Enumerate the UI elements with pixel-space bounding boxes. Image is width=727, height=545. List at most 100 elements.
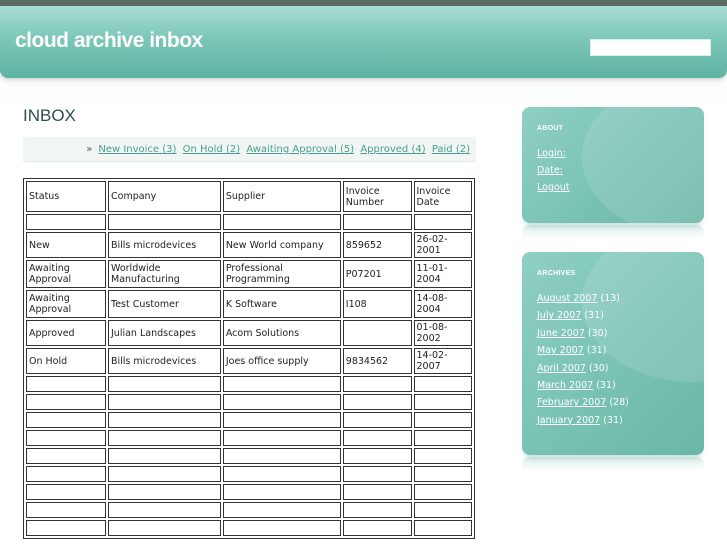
cell-company: Julian Landscapes — [108, 320, 221, 346]
cell-supplier — [222, 448, 341, 464]
cell-company — [108, 430, 221, 446]
cell-invoice-date: 14-02-2007 — [413, 348, 472, 374]
table-header-row: Status Company Supplier Invoice Number I… — [26, 181, 472, 212]
invoice-table: Status Company Supplier Invoice Number I… — [23, 178, 475, 539]
cell-invoice-date — [413, 430, 472, 446]
cell-company — [108, 466, 221, 482]
archive-link[interactable]: March 2007 — [537, 380, 593, 391]
search-input[interactable] — [590, 39, 711, 56]
cell-company: Bills microdevices — [108, 348, 221, 374]
site-title[interactable]: cloud archive inbox — [15, 29, 203, 53]
cell-status — [26, 430, 106, 446]
cell-supplier — [222, 412, 341, 428]
cell-status — [26, 412, 106, 428]
archive-count: (28) — [609, 397, 629, 409]
cell-status: On Hold — [26, 348, 106, 374]
cell-supplier — [222, 376, 341, 392]
cell-supplier: Acom Solutions — [222, 320, 341, 346]
logout-link[interactable]: Logout — [537, 182, 704, 194]
cell-company — [108, 412, 221, 428]
cell-supplier — [222, 502, 341, 518]
cell-invoice-number: I108 — [342, 290, 412, 318]
cell-status — [26, 502, 106, 518]
cell-invoice-number — [342, 430, 412, 446]
cell-supplier: K Software — [222, 290, 341, 318]
cell-invoice-number — [342, 320, 412, 346]
login-link[interactable]: Login: — [537, 148, 704, 160]
cell-status — [26, 214, 106, 230]
cell-invoice-date — [413, 214, 472, 230]
cell-invoice-number — [342, 502, 412, 518]
about-heading: ABOUT — [537, 125, 564, 132]
archive-link[interactable]: April 2007 — [537, 363, 586, 374]
cell-supplier — [222, 466, 341, 482]
cell-invoice-number — [342, 520, 412, 536]
about-box: ABOUT Login: Date: Logout — [522, 107, 704, 223]
cell-invoice-date — [413, 412, 472, 428]
cell-invoice-number — [342, 394, 412, 410]
cell-invoice-date — [413, 448, 472, 464]
archive-count: (30) — [587, 327, 608, 339]
archive-item: April 2007 (30) — [537, 363, 704, 380]
cell-supplier: New World company — [222, 232, 341, 258]
table-row — [26, 502, 472, 518]
date-link[interactable]: Date: — [537, 165, 704, 177]
archives-box-reflection — [522, 457, 704, 471]
table-row — [26, 448, 472, 464]
table-row — [26, 430, 472, 446]
table-row — [26, 466, 472, 482]
cell-invoice-date — [413, 466, 472, 482]
cell-supplier — [222, 394, 341, 410]
cell-invoice-number — [342, 214, 412, 230]
cell-invoice-date — [413, 520, 472, 536]
archive-count: (31) — [586, 345, 607, 357]
archive-link[interactable]: January 2007 — [537, 415, 600, 426]
cell-invoice-date — [413, 502, 472, 518]
cell-company — [108, 520, 221, 536]
cell-status — [26, 376, 106, 392]
archive-link[interactable]: July 2007 — [537, 310, 581, 321]
table-row: On Hold Bills microdevices Joes office sup… — [26, 348, 472, 374]
archive-link[interactable]: May 2007 — [537, 345, 584, 356]
cell-invoice-date — [413, 376, 472, 392]
filter-approved[interactable]: Approved (4) — [360, 144, 425, 155]
archive-link[interactable]: August 2007 — [537, 293, 597, 304]
filter-new-invoice[interactable]: New Invoice (3) — [98, 144, 176, 155]
cell-invoice-date: 14-08-2004 — [413, 290, 472, 318]
filter-paid[interactable]: Paid (2) — [432, 144, 470, 155]
archives-list: August 2007 (13) July 2007 (31) June 2007 … — [522, 277, 704, 432]
archive-count: (13) — [600, 293, 620, 304]
cell-invoice-number — [342, 466, 412, 482]
cell-invoice-number — [342, 376, 412, 392]
table-row: Awaiting Approval Test Customer K Software… — [26, 290, 472, 318]
table-row — [26, 214, 472, 230]
cell-company: Bills microdevices — [108, 232, 221, 258]
cell-supplier: Joes office supply — [222, 348, 341, 374]
cell-invoice-date: 26-02-2001 — [413, 232, 472, 258]
filter-awaiting-approval[interactable]: Awaiting Approval (5) — [246, 144, 354, 155]
archive-link[interactable]: February 2007 — [537, 397, 606, 408]
archive-item: January 2007 (31) — [537, 415, 704, 432]
table-row — [26, 376, 472, 392]
archives-heading: ARCHIVES — [537, 270, 576, 277]
table-row — [26, 484, 472, 500]
archive-count: (31) — [584, 310, 604, 322]
cell-status: Awaiting Approval — [26, 260, 106, 288]
cell-invoice-number: 9834562 — [342, 348, 412, 374]
cell-supplier — [222, 430, 341, 446]
archive-link[interactable]: June 2007 — [537, 328, 585, 339]
filter-on-hold[interactable]: On Hold (2) — [183, 144, 241, 155]
table-row: Awaiting Approval Worldwide Manufacturing… — [26, 260, 472, 288]
column-header-invoice-date: Invoice Date — [413, 181, 472, 212]
column-header-company: Company — [108, 181, 221, 212]
cell-status — [26, 466, 106, 482]
cell-company — [108, 448, 221, 464]
archive-item: March 2007 (31) — [537, 380, 704, 397]
cell-supplier — [222, 520, 341, 536]
table-row — [26, 394, 472, 410]
cell-invoice-number — [342, 448, 412, 464]
cell-status: New — [26, 232, 106, 258]
archive-item: May 2007 (31) — [537, 345, 704, 362]
cell-status — [26, 484, 106, 500]
cell-supplier — [222, 484, 341, 500]
